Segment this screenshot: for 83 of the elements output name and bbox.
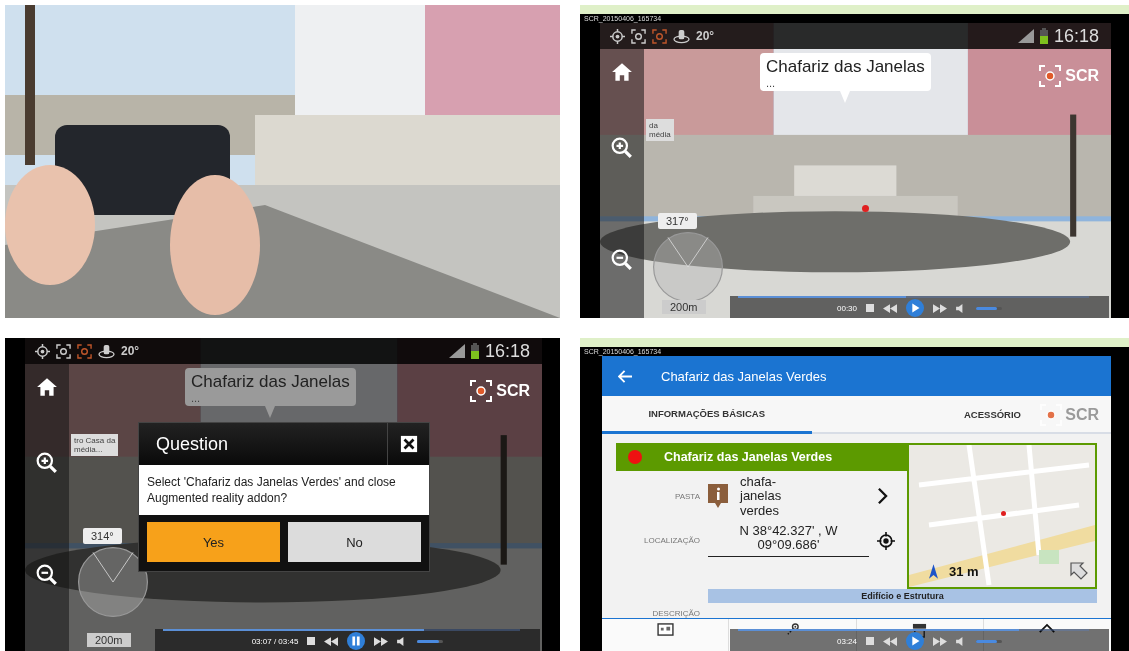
status-dot-icon [628, 450, 642, 464]
fast-forward-icon[interactable] [933, 303, 947, 313]
field-label: DESCRIÇÃO [651, 609, 700, 618]
location-dot-icon [1001, 511, 1006, 516]
gps-icon [35, 343, 50, 359]
marker-icon [862, 205, 869, 212]
focus-icon [56, 343, 71, 359]
range-label: 200m [87, 633, 131, 647]
back-arrow-icon[interactable] [618, 369, 633, 383]
home-icon[interactable] [611, 61, 633, 83]
poi-more: ... [191, 392, 202, 404]
info-icon [708, 484, 728, 509]
poi-callout[interactable]: Chafariz das Janelas ... [185, 368, 356, 406]
card-title: Chafariz das Janelas Verdes [664, 450, 833, 464]
hand-rotate-icon [98, 343, 115, 359]
close-icon [399, 435, 418, 453]
header-title: Chafariz das Janelas Verdes [661, 368, 827, 384]
poi-label[interactable]: tro Casa da média... [71, 434, 119, 456]
battery-icon [1039, 28, 1048, 44]
category-bar: Edifício e Estrutura [708, 589, 1097, 603]
dialog-button[interactable]: Yes [147, 522, 280, 563]
chevron-right-icon[interactable] [877, 487, 888, 506]
dialog-title: Question [155, 433, 230, 455]
dialog-button[interactable]: No [288, 522, 421, 563]
zoom-out-icon[interactable] [36, 564, 58, 586]
battery-icon [470, 343, 479, 359]
distance-label: 31 m [949, 564, 979, 579]
clock: 16:18 [1053, 25, 1099, 47]
volume-slider[interactable] [976, 639, 1002, 643]
field-label: LOCALIZAÇÃO [643, 536, 700, 546]
heading-label: 314° [83, 528, 122, 544]
pointer-icon [840, 91, 851, 103]
play-button[interactable] [906, 299, 924, 317]
dialog-message: Select 'Chafariz das Janelas Verdes' and close Augmented reality addon? [139, 465, 429, 516]
poi-label[interactable]: da média [646, 119, 674, 141]
focus-icon [77, 343, 92, 359]
playback-time: 03:07 / 03:45 [251, 636, 299, 646]
crosshair-icon[interactable] [877, 531, 895, 550]
record-icon [1039, 65, 1062, 87]
focus-icon [652, 28, 667, 44]
map[interactable]: 31 m [907, 443, 1097, 589]
record-label[interactable]: SCR [496, 382, 530, 400]
hand-rotate-icon [673, 28, 690, 44]
navigation-arrow-icon [929, 564, 938, 579]
rewind-icon[interactable] [883, 303, 897, 313]
zoom-in-icon[interactable] [36, 452, 58, 474]
compass-drawing [652, 231, 724, 303]
range-label: 200m [662, 300, 706, 314]
map-icon[interactable] [656, 623, 674, 636]
heading-label: 317° [658, 213, 697, 229]
playback-time: 03:24 [837, 636, 857, 646]
poi-more: ... [766, 77, 777, 89]
pointer-icon [265, 406, 276, 418]
tilt-angle: 20° [696, 29, 715, 43]
poi-title: Chafariz das Janelas [766, 57, 925, 77]
stop-icon[interactable] [307, 637, 316, 645]
rewind-icon[interactable] [324, 636, 339, 646]
focus-icon [631, 28, 646, 44]
pause-button[interactable] [347, 632, 366, 650]
chevron-up-icon[interactable] [1038, 623, 1057, 634]
volume-slider[interactable] [976, 306, 1002, 310]
record-icon [470, 380, 493, 402]
clock: 16:18 [484, 340, 530, 362]
document-icon[interactable] [912, 623, 928, 638]
tab[interactable]: INFORMAÇÕES BÁSICAS [602, 396, 812, 434]
play-button[interactable] [906, 632, 924, 650]
record-icon [1040, 404, 1063, 426]
signal-icon [1017, 29, 1034, 43]
field-label: PASTA [673, 491, 700, 501]
coordinates: N 38°42.327' , W 09°09.686' [708, 523, 869, 558]
zoom-in-icon[interactable] [611, 137, 633, 159]
compass-drawing [77, 546, 149, 618]
gps-icon [610, 28, 625, 44]
folder-name: chafa-janelas verdes [740, 475, 783, 518]
poi-callout[interactable]: Chafariz das Janelas ... [760, 53, 931, 91]
home-icon[interactable] [36, 376, 58, 398]
zoom-out-icon[interactable] [611, 249, 633, 271]
fast-forward-icon[interactable] [374, 636, 389, 646]
tilt-angle: 20° [121, 344, 140, 358]
playback-time: 00:30 [837, 303, 857, 313]
expand-arrow-icon[interactable] [1069, 561, 1089, 581]
signal-icon [448, 344, 465, 358]
poi-title: Chafariz das Janelas [191, 372, 350, 392]
